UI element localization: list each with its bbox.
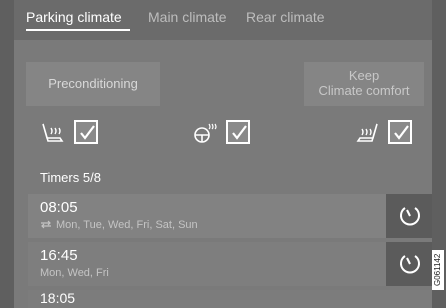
timer-icon: [400, 255, 420, 274]
climate-comfort-label: Climate comfort: [318, 83, 410, 98]
keep-climate-comfort-button[interactable]: Keep Climate comfort: [304, 62, 424, 106]
timer-days-text: Mon, Wed, Fri: [40, 267, 109, 279]
ventilated-seat-checkbox[interactable]: [388, 120, 412, 144]
keep-label: Keep: [348, 68, 380, 83]
timer-row[interactable]: 16:45 Mon, Wed, Fri: [28, 242, 432, 286]
active-tab-indicator: [26, 29, 130, 31]
tab-rear-climate[interactable]: Rear climate: [246, 9, 325, 25]
checkmark-icon: [394, 125, 409, 140]
timer-time: 18:05: [40, 290, 76, 306]
timer-row[interactable]: 18:05: [28, 290, 432, 308]
preconditioning-button[interactable]: Preconditioning: [26, 62, 160, 106]
timer-time: 08:05: [40, 199, 78, 216]
heated-steering-wheel-checkbox[interactable]: [226, 120, 250, 144]
checkmark-icon: [80, 125, 95, 140]
timer-toggle-button[interactable]: [386, 242, 432, 286]
timer-row[interactable]: 08:05 Mon, Tue, Wed, Fri, Sat, Sun: [28, 194, 432, 238]
timer-toggle-button[interactable]: [386, 194, 432, 238]
tab-parking-climate[interactable]: Parking climate: [26, 9, 122, 25]
ventilated-seat-icon: [356, 123, 378, 142]
reference-code: G061142: [432, 250, 444, 290]
climate-tab-bar: Parking climate Main climate Rear climat…: [14, 0, 432, 40]
repeat-icon: [41, 220, 51, 229]
timers-heading: Timers 5/8: [40, 170, 101, 185]
tab-main-climate[interactable]: Main climate: [148, 9, 227, 25]
timer-icon: [400, 207, 420, 226]
heated-steering-wheel-icon: [194, 123, 217, 143]
checkmark-icon: [232, 125, 247, 140]
heated-seat-icon: [42, 123, 64, 142]
timer-days-text: Mon, Tue, Wed, Fri, Sat, Sun: [56, 219, 198, 231]
heated-seat-checkbox[interactable]: [74, 120, 98, 144]
timer-time: 16:45: [40, 247, 78, 264]
timer-days: Mon, Tue, Wed, Fri, Sat, Sun: [40, 219, 198, 231]
climate-screen: Parking climate Main climate Rear climat…: [14, 0, 432, 308]
